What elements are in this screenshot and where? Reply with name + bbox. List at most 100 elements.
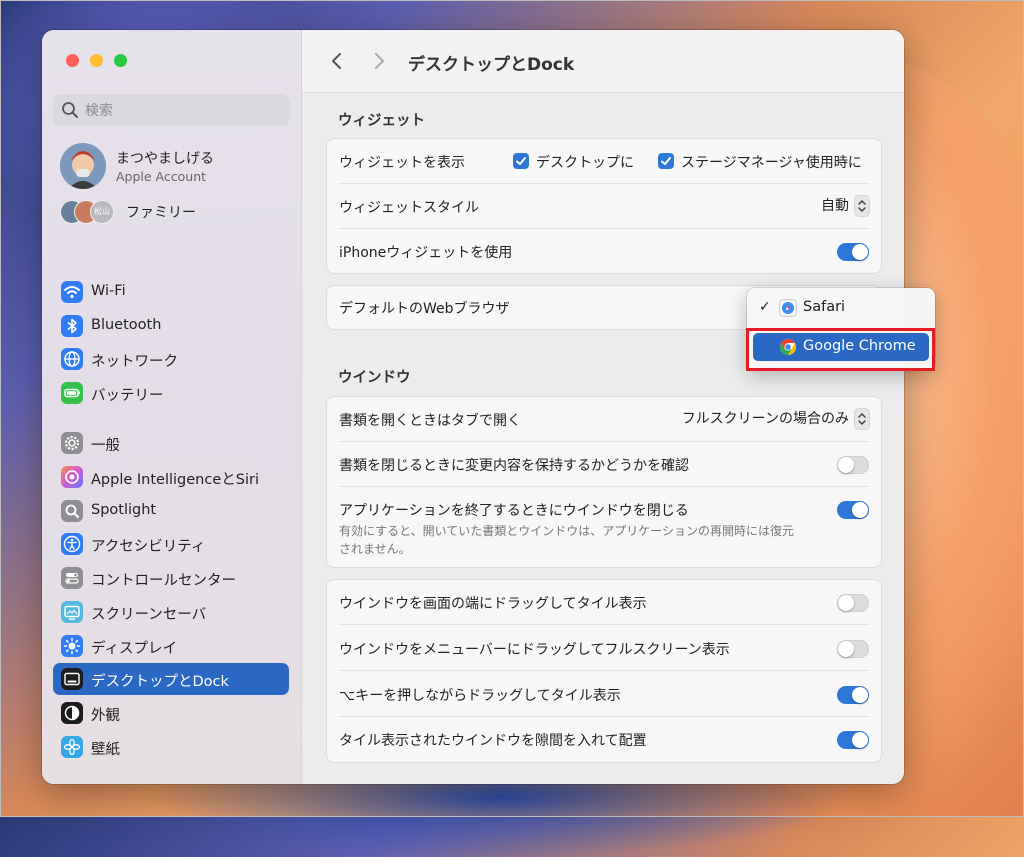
iphone-widgets-row: iPhoneウィジェットを使用 (327, 229, 881, 273)
iphone-widgets-toggle[interactable] (837, 243, 869, 261)
windows-heading: ウインドウ (338, 370, 411, 386)
zoom-window-button[interactable] (114, 54, 127, 67)
menu-item-safari[interactable]: ✓ Safari (753, 294, 929, 322)
widgets-group: ウィジェットを表示 デスクトップに ステージマネージャ使用時に ウィジェットスタ… (326, 138, 882, 274)
sidebar-item-general[interactable]: 一般 (53, 427, 289, 459)
tile-option-row: ⌥キーを押しながらドラッグしてタイル表示 (327, 671, 881, 717)
gear-icon (61, 432, 83, 454)
search-field[interactable] (53, 94, 290, 126)
widget-style-label: ウィジェットスタイル (339, 200, 479, 216)
safari-icon (779, 299, 797, 317)
flower-icon (61, 736, 83, 758)
family-label: ファミリー (126, 205, 196, 221)
tiling-group: ウインドウを画面の端にドラッグしてタイル表示 ウインドウをメニューバーにドラッグ… (326, 579, 882, 763)
sidebar-item-control-center[interactable]: コントロールセンター (53, 562, 289, 594)
tile-option-toggle[interactable] (837, 686, 869, 704)
checkmark-icon: ✓ (759, 299, 771, 315)
sidebar-item-label: コントロールセンター (91, 573, 236, 589)
magnifier-icon (61, 500, 83, 522)
sidebar-item-desktop-dock[interactable]: デスクトップとDock (53, 663, 289, 695)
confirm-changes-label: 書類を閉じるときに変更内容を保持するかどうかを確認 (339, 458, 689, 474)
apple-account[interactable]: まつやましげる Apple Account (60, 143, 290, 193)
sidebar-item-label: 壁紙 (91, 742, 120, 758)
open-tabs-row: 書類を開くときはタブで開く フルスクリーンの場合のみ (327, 397, 881, 442)
minimize-window-button[interactable] (90, 54, 103, 67)
tile-edge-label: ウインドウを画面の端にドラッグしてタイル表示 (339, 596, 647, 612)
control-center-icon (61, 567, 83, 589)
iphone-widgets-label: iPhoneウィジェットを使用 (339, 245, 513, 261)
sidebar-item-label: 一般 (91, 438, 120, 454)
desktop-checkbox-label: デスクトップに (536, 155, 634, 171)
close-windows-label: アプリケーションを終了するときにウインドウを閉じる (339, 503, 689, 519)
forward-button[interactable] (368, 50, 390, 72)
sidebar: まつやましげる Apple Account 松山 ファミリー Wi-Fi Blu… (42, 30, 302, 784)
sidebar-item-wifi[interactable]: Wi-Fi (53, 276, 289, 308)
account-name: まつやましげる (116, 151, 214, 167)
sidebar-item-spotlight[interactable]: Spotlight (53, 495, 289, 527)
close-windows-row: アプリケーションを終了するときにウインドウを閉じる 有効にすると、開いていた書類… (327, 487, 881, 567)
confirm-changes-toggle[interactable] (837, 456, 869, 474)
screensaver-icon (61, 601, 83, 623)
sidebar-item-accessibility[interactable]: アクセシビリティ (53, 528, 289, 560)
highlight-annotation (746, 328, 935, 371)
sidebar-item-label: Apple IntelligenceとSiri (91, 472, 259, 488)
menu-item-label: Safari (803, 299, 846, 315)
widgets-show-label: ウィジェットを表示 (339, 155, 465, 171)
tile-menubar-label: ウインドウをメニューバーにドラッグしてフルスクリーン表示 (339, 642, 730, 658)
sidebar-item-notifications[interactable]: 通知 (53, 781, 289, 784)
open-tabs-popup[interactable]: フルスクリーンの場合のみ (682, 408, 869, 429)
account-subtitle: Apple Account (116, 169, 207, 184)
tile-margin-row: タイル表示されたウインドウを隙間を入れて配置 (327, 717, 881, 762)
sidebar-item-label: ネットワーク (91, 354, 178, 370)
tile-margin-label: タイル表示されたウインドウを隙間を入れて配置 (339, 733, 647, 749)
search-icon (61, 101, 79, 123)
family-avatar-badge: 松山 (90, 200, 114, 224)
windows-group: 書類を開くときはタブで開く フルスクリーンの場合のみ 書類を閉じるときに変更内容… (326, 396, 882, 568)
sidebar-item-label: Spotlight (91, 502, 157, 518)
tile-menubar-toggle[interactable] (837, 640, 869, 658)
sidebar-item-label: 外観 (91, 708, 120, 724)
tile-option-label: ⌥キーを押しながらドラッグしてタイル表示 (339, 688, 621, 704)
family-item[interactable]: 松山 ファミリー (60, 198, 290, 226)
back-button[interactable] (326, 50, 348, 72)
widget-style-value: 自動 (821, 198, 849, 214)
bluetooth-icon (61, 315, 83, 337)
close-windows-toggle[interactable] (837, 501, 869, 519)
avatar (60, 143, 106, 189)
desktop-checkbox[interactable] (513, 153, 529, 169)
sidebar-item-label: デスクトップとDock (91, 674, 229, 690)
default-browser-label: デフォルトのWebブラウザ (339, 301, 510, 317)
sidebar-item-bluetooth[interactable]: Bluetooth (53, 310, 289, 342)
stage-manager-checkbox[interactable] (658, 153, 674, 169)
search-input[interactable] (83, 100, 277, 122)
sidebar-item-screensaver[interactable]: スクリーンセーバ (53, 596, 289, 628)
sidebar-item-wallpaper[interactable]: 壁紙 (53, 731, 289, 763)
sidebar-item-label: ディスプレイ (91, 641, 177, 657)
dock-icon (61, 668, 83, 690)
tile-menubar-row: ウインドウをメニューバーにドラッグしてフルスクリーン表示 (327, 625, 881, 671)
open-tabs-value: フルスクリーンの場合のみ (681, 411, 849, 427)
open-tabs-label: 書類を開くときはタブで開く (339, 413, 521, 429)
sidebar-item-label: Bluetooth (91, 317, 162, 333)
sidebar-item-label: アクセシビリティ (91, 539, 206, 555)
sidebar-item-appearance[interactable]: 外観 (53, 697, 289, 729)
accessibility-icon (61, 533, 83, 555)
battery-icon (61, 382, 83, 404)
widget-style-popup[interactable]: 自動 (821, 195, 869, 216)
widgets-show-row: ウィジェットを表示 デスクトップに ステージマネージャ使用時に (327, 139, 881, 184)
confirm-changes-row: 書類を閉じるときに変更内容を保持するかどうかを確認 (327, 442, 881, 487)
widget-style-row: ウィジェットスタイル 自動 (327, 184, 881, 229)
sidebar-item-network[interactable]: ネットワーク (53, 343, 289, 375)
stage-manager-checkbox-label: ステージマネージャ使用時に (681, 155, 862, 171)
globe-icon (61, 348, 83, 370)
sidebar-item-battery[interactable]: バッテリー (53, 377, 289, 409)
sidebar-item-displays[interactable]: ディスプレイ (53, 630, 289, 662)
settings-window: まつやましげる Apple Account 松山 ファミリー Wi-Fi Blu… (42, 30, 904, 784)
wifi-icon (61, 281, 83, 303)
close-window-button[interactable] (66, 54, 79, 67)
widgets-heading: ウィジェット (338, 113, 425, 129)
tile-margin-toggle[interactable] (837, 731, 869, 749)
updown-chevron-icon (855, 196, 869, 216)
tile-edge-toggle[interactable] (837, 594, 869, 612)
sidebar-item-siri[interactable]: Apple IntelligenceとSiri (53, 461, 289, 493)
